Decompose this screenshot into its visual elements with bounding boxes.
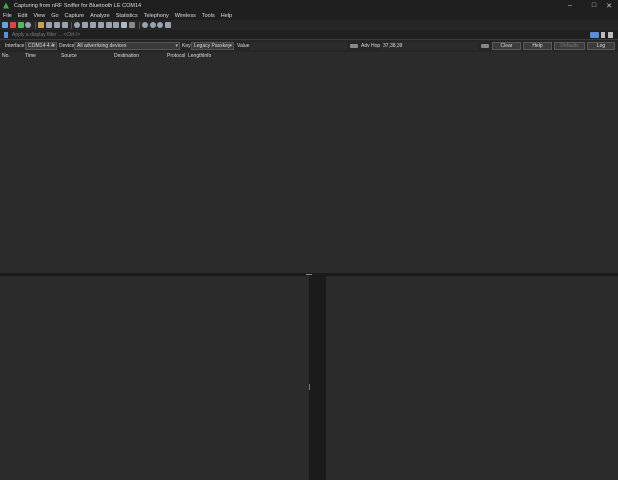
menu-wireless[interactable]: Wireless xyxy=(172,13,199,19)
packet-bytes-pane[interactable] xyxy=(326,276,618,480)
close-file-icon[interactable] xyxy=(53,22,60,28)
go-last-icon[interactable] xyxy=(113,22,120,28)
clear-button[interactable]: Clear xyxy=(492,42,521,50)
column-destination[interactable]: Destination xyxy=(114,53,139,59)
key-select[interactable]: Legacy Passkey ▾ xyxy=(191,42,234,50)
reload-icon[interactable] xyxy=(61,22,68,28)
defaults-button[interactable]: Defaults xyxy=(554,42,585,50)
menu-bar: File Edit View Go Capture Analyze Statis… xyxy=(0,11,618,20)
bookmark-icon[interactable] xyxy=(4,31,8,38)
menu-tools[interactable]: Tools xyxy=(199,13,218,19)
key-label: Key xyxy=(182,43,191,49)
stop-icon[interactable] xyxy=(9,22,16,28)
display-filter-input[interactable]: Apply a display filter ... <Ctrl-/> xyxy=(12,32,80,38)
go-back-icon[interactable] xyxy=(82,22,89,28)
minimize-button[interactable]: – xyxy=(561,0,579,11)
value-send-button[interactable] xyxy=(350,44,358,48)
packet-list-pane[interactable] xyxy=(0,60,618,273)
apply-filter-arrow-icon[interactable] xyxy=(590,32,599,38)
column-no[interactable]: No. xyxy=(2,53,10,59)
options-gear-icon[interactable] xyxy=(25,22,32,28)
log-button[interactable]: Log xyxy=(587,42,615,50)
adv-hop-send-button[interactable] xyxy=(481,44,489,48)
adv-hop-input[interactable]: 37,38,39 xyxy=(380,42,478,50)
packet-list-header: No. Time Source Destination Protocol Len… xyxy=(0,52,618,60)
wireshark-app-icon xyxy=(3,2,9,9)
zoom-reset-icon[interactable] xyxy=(157,22,164,28)
toolbar-separator xyxy=(71,21,73,29)
splitter-grip[interactable] xyxy=(306,274,312,275)
go-first-icon[interactable] xyxy=(105,22,112,28)
autoscroll-icon[interactable] xyxy=(121,22,128,28)
interface-label: Interface xyxy=(5,43,25,49)
go-forward-icon[interactable] xyxy=(89,22,96,28)
filter-dropdown-icon[interactable] xyxy=(601,32,605,38)
adv-hop-label: Adv Hop xyxy=(361,43,381,49)
save-file-icon[interactable] xyxy=(45,22,52,28)
title-bar: Capturing from nRF Sniffer for Bluetooth… xyxy=(0,0,618,11)
column-info[interactable]: Info xyxy=(203,53,211,59)
device-label: Device xyxy=(59,43,75,49)
packet-details-pane[interactable] xyxy=(0,276,309,480)
main-toolbar xyxy=(0,20,618,30)
restart-icon[interactable] xyxy=(17,22,24,28)
interface-select[interactable]: COM14-4.4 ▾ xyxy=(25,42,57,50)
menu-help[interactable]: Help xyxy=(218,13,235,19)
open-folder-icon[interactable] xyxy=(38,22,45,28)
column-length[interactable]: Length xyxy=(188,53,203,59)
chevron-down-icon: ▾ xyxy=(229,43,232,49)
menu-file[interactable]: File xyxy=(0,13,15,19)
menu-view[interactable]: View xyxy=(30,13,48,19)
display-filter-bar: Apply a display filter ... <Ctrl-/> xyxy=(0,30,618,40)
extcap-toolbar: Interface COM14-4.4 ▾ Device All advertis… xyxy=(0,40,618,52)
resize-columns-icon[interactable] xyxy=(165,22,172,28)
column-time[interactable]: Time xyxy=(25,53,36,59)
device-select[interactable]: All advertising devices ▾ xyxy=(74,42,180,50)
help-button[interactable]: Help xyxy=(523,42,552,50)
window-title: Capturing from nRF Sniffer for Bluetooth… xyxy=(14,2,142,9)
toolbar-separator xyxy=(138,21,140,29)
zoom-out-icon[interactable] xyxy=(149,22,156,28)
key-select-value: Legacy Passkey xyxy=(194,43,231,49)
menu-statistics[interactable]: Statistics xyxy=(113,13,141,19)
vertical-splitter[interactable] xyxy=(309,276,326,480)
splitter-grip[interactable] xyxy=(309,384,310,390)
menu-telephony[interactable]: Telephony xyxy=(141,13,172,19)
value-input[interactable] xyxy=(250,42,347,50)
add-filter-button-icon[interactable] xyxy=(608,32,613,38)
value-label: Value xyxy=(237,43,250,49)
menu-capture[interactable]: Capture xyxy=(62,13,88,19)
interface-select-value: COM14-4.4 xyxy=(28,43,54,49)
zoom-in-icon[interactable] xyxy=(141,22,148,28)
menu-edit[interactable]: Edit xyxy=(15,13,30,19)
menu-analyze[interactable]: Analyze xyxy=(87,13,113,19)
device-select-value: All advertising devices xyxy=(77,43,127,49)
chevron-down-icon: ▾ xyxy=(175,43,178,49)
menu-go[interactable]: Go xyxy=(48,13,61,19)
toolbar-separator xyxy=(35,21,37,29)
go-to-packet-icon[interactable] xyxy=(97,22,104,28)
chevron-down-icon: ▾ xyxy=(52,43,55,49)
column-protocol[interactable]: Protocol xyxy=(167,53,185,59)
column-source[interactable]: Source xyxy=(61,53,77,59)
close-button[interactable]: ✕ xyxy=(600,0,618,11)
shark-fin-start-icon[interactable] xyxy=(2,22,8,28)
colorize-icon[interactable] xyxy=(128,22,135,28)
find-icon[interactable] xyxy=(74,22,81,28)
